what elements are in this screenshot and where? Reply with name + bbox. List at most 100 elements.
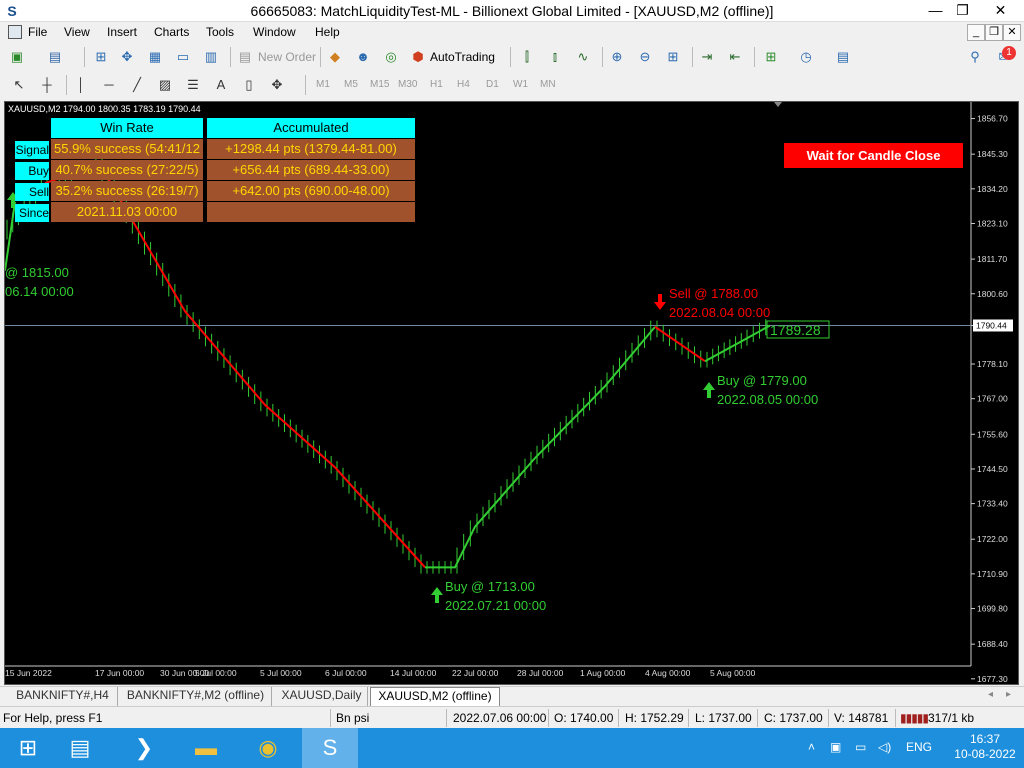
search-icon[interactable]: ⚲ [966,48,984,66]
data-window-icon[interactable]: ▦ [146,48,164,66]
autotrading-icon[interactable]: ⬢ [409,48,427,66]
tray-volume-icon[interactable]: ◁) [878,740,891,754]
menu-insert[interactable]: Insert [107,24,137,40]
menu-charts[interactable]: Charts [154,24,189,40]
chart-area[interactable]: 1856.70 1845.30 1834.20 1823.10 1811.70 1800.… [4,101,1019,685]
tray-security-icon[interactable]: ▣ [830,740,841,754]
time-tick-label: 14 Jul 00:00 [390,668,437,678]
indicators-icon[interactable]: ⊞ [762,48,780,66]
status-bar: For Help, press F1 Bn psi 2022.07.06 00:… [0,706,1024,728]
horizontal-line-icon[interactable]: ─ [100,76,118,94]
timeframe-m1[interactable]: M1 [316,79,330,91]
fibonacci-icon[interactable]: ☰ [184,76,202,94]
bar-chart-icon[interactable]: ⫿ [518,48,536,66]
chrome-icon[interactable]: ◉ [240,728,296,768]
menu-window[interactable]: Window [253,24,296,40]
cursor-icon[interactable]: ↖ [10,76,28,94]
navigator-icon[interactable]: ✥ [118,48,136,66]
file-explorer-icon[interactable]: ▬ [178,728,234,768]
time-tick-label: 1 Aug 00:00 [580,668,626,678]
arrows-icon[interactable]: ✥ [268,76,286,94]
close-button[interactable]: ✕ [985,0,1016,21]
time-tick-label: 5 Jul 00:00 [195,668,237,678]
zoom-in-icon[interactable]: ⊕ [608,48,626,66]
market-icon[interactable]: ◎ [382,48,400,66]
time-tick-label: 17 Jun 00:00 [95,668,144,678]
tab-xauusd-m2[interactable]: XAUUSD,M2 (offline) [370,687,500,706]
buy-arrow-icon [703,382,715,398]
price-tick-label: 1722.00 [977,534,1008,544]
signal-label-buy1: Buy @ 1713.00 [445,579,535,594]
profiles-icon[interactable]: ▤ [46,48,64,66]
timeframe-h1[interactable]: H1 [430,79,443,91]
start-icon[interactable]: ⊞ [0,728,56,768]
tab-xauusd-daily[interactable]: XAUUSD,Daily [276,687,368,706]
autoscroll-icon[interactable]: ⇥ [698,48,716,66]
crosshair-icon[interactable]: ┼ [38,76,56,94]
text-icon[interactable]: A [212,76,230,94]
tray-network-icon[interactable]: ▭ [855,740,866,754]
tile-windows-icon[interactable]: ⊞ [664,48,682,66]
zoom-out-icon[interactable]: ⊖ [636,48,654,66]
terminal-icon[interactable]: ▭ [174,48,192,66]
chart-tabs: BANKNIFTY#,H4 BANKNIFTY#,M2 (offline) XA… [0,686,1024,706]
tray-language[interactable]: ENG [906,740,932,754]
tab-scroll-right-icon[interactable]: ▸ [1006,689,1011,700]
tray-clock[interactable]: 16:37 10-08-2022 [950,732,1020,762]
timeframe-m5[interactable]: M5 [344,79,358,91]
signal-line-segment [44,163,426,568]
clock-time: 16:37 [969,732,1001,746]
table-cell-accumulated: +656.44 pts (689.44-33.00) [207,160,415,180]
equidistant-channel-icon[interactable]: ▨ [156,76,174,94]
autotrading-button[interactable]: AutoTrading [430,50,495,64]
trendline-icon[interactable]: ╱ [128,76,146,94]
symbol-info: XAUUSD,M2 1794.00 1800.35 1783.19 1790.4… [8,104,201,114]
candlestick-icon[interactable]: ⫾ [546,48,564,66]
new-chart-icon[interactable]: ▣ [8,48,26,66]
metaeditor-icon[interactable]: ◆ [326,48,344,66]
restore-button[interactable]: ❐ [947,0,978,21]
vertical-line-icon[interactable]: │ [72,76,90,94]
wait-for-candle-close-button[interactable]: Wait for Candle Close [784,143,963,168]
price-tick-label: 1834.20 [977,184,1008,194]
timeframe-h4[interactable]: H4 [457,79,470,91]
menu-file[interactable]: File [28,24,47,40]
status-open: O: 1740.00 [554,711,614,725]
server-manager-icon[interactable]: ▤ [52,728,108,768]
tab-banknifty-m2[interactable]: BANKNIFTY#,M2 (offline) [120,687,272,706]
text-label-icon[interactable]: ▯ [240,76,258,94]
menu-help[interactable]: Help [315,24,340,40]
market-watch-icon[interactable]: ⊞ [92,48,110,66]
timeframe-d1[interactable]: D1 [486,79,499,91]
mdi-minimize-button[interactable]: _ [967,24,985,41]
signal-label-buy2-date: 2022.08.05 00:00 [717,392,818,407]
time-tick-label: 22 Jul 00:00 [452,668,499,678]
time-tick-label: 4 Aug 00:00 [645,668,691,678]
tab-scroll-left-icon[interactable]: ◂ [988,689,993,700]
drawing-toolbar: ↖ ┼ │ ─ ╱ ▨ ☰ A ▯ ✥ M1 M5 M15 M30 H1 H4 … [0,72,1024,98]
new-order-button[interactable]: New Order [258,50,316,64]
mdi-restore-button[interactable]: ❐ [985,24,1003,41]
tray-chevron-icon[interactable]: ˄ [808,740,815,754]
signals-icon[interactable]: ☻ [354,48,372,66]
templates-icon[interactable]: ▤ [834,48,852,66]
mdi-close-button[interactable]: ✕ [1003,24,1021,41]
status-low: L: 1737.00 [695,711,752,725]
timeframe-m15[interactable]: M15 [370,79,389,91]
signal-label-buy2: Buy @ 1779.00 [717,373,807,388]
tab-banknifty-h4[interactable]: BANKNIFTY#,H4 [8,687,118,706]
timeframe-w1[interactable]: W1 [513,79,528,91]
timeframe-m30[interactable]: M30 [398,79,417,91]
chart-window-icon[interactable] [8,25,22,39]
tester-icon[interactable]: ▥ [202,48,220,66]
mt4-terminal-icon[interactable]: S [302,728,358,768]
new-order-icon[interactable]: ▤ [236,48,254,66]
status-profile: Bn psi [336,711,370,725]
periods-icon[interactable]: ◷ [797,48,815,66]
menu-view[interactable]: View [64,24,90,40]
menu-tools[interactable]: Tools [206,24,234,40]
timeframe-mn[interactable]: MN [540,79,556,91]
powershell-icon[interactable]: ❯ [116,728,172,768]
line-chart-icon[interactable]: ∿ [574,48,592,66]
chart-shift-icon[interactable]: ⇤ [726,48,744,66]
